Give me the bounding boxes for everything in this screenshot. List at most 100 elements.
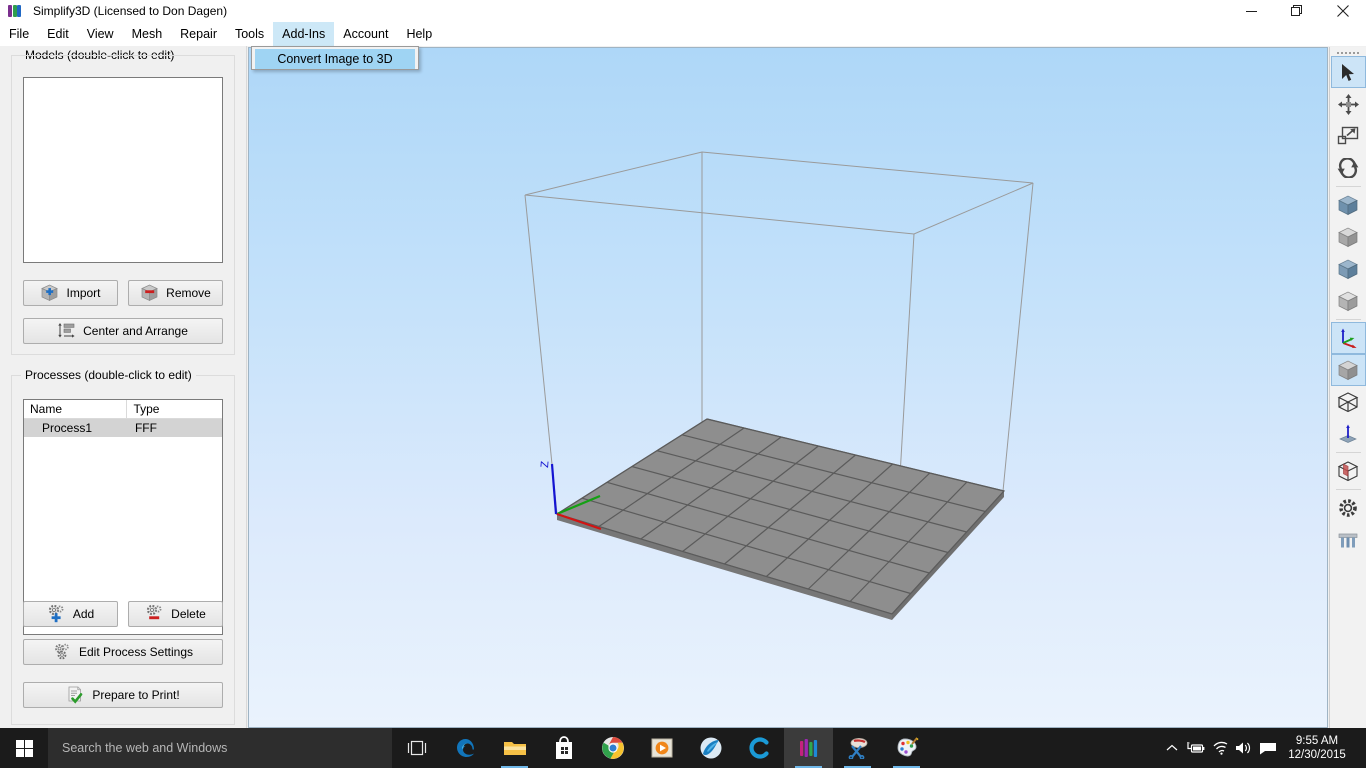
file-explorer-button[interactable] bbox=[490, 728, 539, 768]
center-and-arrange-label: Center and Arrange bbox=[83, 324, 188, 338]
cube-minus-icon bbox=[140, 284, 159, 302]
windows-start-icon[interactable] bbox=[0, 728, 48, 768]
restore-button[interactable] bbox=[1274, 0, 1320, 22]
view-side-tool[interactable] bbox=[1331, 285, 1366, 317]
solid-view-tool[interactable] bbox=[1330, 354, 1366, 386]
close-button[interactable] bbox=[1320, 0, 1366, 22]
center-and-arrange-button[interactable]: Center and Arrange bbox=[23, 318, 223, 344]
show-axes-tool[interactable] bbox=[1330, 322, 1366, 354]
cursor-arrow-icon bbox=[1341, 63, 1354, 81]
models-list[interactable] bbox=[23, 77, 223, 263]
menu-item-convert-image-to-3d[interactable]: Convert Image to 3D bbox=[255, 49, 415, 69]
zoom-region-tool[interactable] bbox=[1331, 120, 1366, 152]
menu-help[interactable]: Help bbox=[397, 22, 441, 46]
chevron-up-icon[interactable] bbox=[1160, 744, 1184, 752]
cube-blue-alt-icon bbox=[1338, 259, 1358, 279]
folder-icon bbox=[503, 742, 526, 755]
menu-view[interactable]: View bbox=[78, 22, 123, 46]
search-placeholder: Search the web and Windows bbox=[62, 741, 228, 755]
gear-icon bbox=[1339, 499, 1357, 517]
snipping-tool-button[interactable] bbox=[833, 728, 882, 768]
rotate-icon bbox=[1337, 158, 1359, 178]
processes-table-container[interactable]: Name Type Process1 FFF bbox=[23, 399, 223, 635]
view-front-tool[interactable] bbox=[1331, 221, 1366, 253]
menu-account[interactable]: Account bbox=[334, 22, 397, 46]
supports-tool[interactable] bbox=[1331, 524, 1366, 556]
settings-tool[interactable] bbox=[1331, 492, 1366, 524]
import-button-label: Import bbox=[66, 286, 101, 300]
delete-process-label: Delete bbox=[171, 607, 206, 621]
left-panel: Models (double-click to edit) Import Rem… bbox=[0, 46, 247, 728]
media-player-button[interactable] bbox=[637, 728, 686, 768]
supports-icon bbox=[1338, 533, 1358, 548]
prepare-to-print-button[interactable]: Prepare to Print! bbox=[23, 682, 223, 708]
prepare-to-print-label: Prepare to Print! bbox=[92, 688, 180, 702]
toolbar-separator-4 bbox=[1335, 489, 1361, 490]
column-header-type[interactable]: Type bbox=[126, 400, 222, 419]
z-axis-label: Z bbox=[539, 460, 551, 468]
chrome-icon bbox=[601, 737, 624, 759]
edit-process-settings-button[interactable]: Edit Process Settings bbox=[23, 639, 223, 665]
solid-cube-icon bbox=[1338, 360, 1358, 380]
add-ins-dropdown: Convert Image to 3D bbox=[251, 46, 419, 70]
chrome-button[interactable] bbox=[588, 728, 637, 768]
zoom-region-icon bbox=[1337, 126, 1359, 145]
drag-grip-icon[interactable] bbox=[1330, 47, 1366, 56]
select-tool[interactable] bbox=[1330, 56, 1366, 88]
edge-browser-icon bbox=[456, 739, 474, 757]
menu-repair[interactable]: Repair bbox=[171, 22, 226, 46]
wireframe-view-tool[interactable] bbox=[1331, 386, 1366, 418]
maxthon-button[interactable] bbox=[686, 728, 735, 768]
menu-bar: File Edit View Mesh Repair Tools Add-Ins… bbox=[0, 22, 1366, 46]
battery-plug-icon[interactable] bbox=[1184, 741, 1208, 755]
cube-blue-icon bbox=[1338, 195, 1358, 215]
store-button[interactable] bbox=[539, 728, 588, 768]
processes-table: Name Type Process1 FFF bbox=[24, 400, 222, 437]
clock[interactable]: 9:55 AM 12/30/2015 bbox=[1280, 734, 1354, 762]
menu-add-ins[interactable]: Add-Ins bbox=[273, 22, 335, 46]
speaker-icon[interactable] bbox=[1232, 741, 1256, 755]
clock-time: 9:55 AM bbox=[1295, 735, 1339, 747]
table-header-row: Name Type bbox=[24, 400, 222, 419]
menu-mesh[interactable]: Mesh bbox=[123, 22, 172, 46]
remove-button-label: Remove bbox=[166, 286, 211, 300]
simplify3d-button[interactable] bbox=[784, 728, 833, 768]
add-process-button[interactable]: Add bbox=[23, 601, 118, 627]
system-tray: 9:55 AM 12/30/2015 bbox=[1160, 728, 1366, 768]
edit-process-settings-label: Edit Process Settings bbox=[78, 645, 194, 659]
process-type-cell: FFF bbox=[126, 418, 222, 437]
edge-button[interactable] bbox=[441, 728, 490, 768]
wifi-icon[interactable] bbox=[1208, 741, 1232, 755]
minimize-button[interactable] bbox=[1228, 0, 1274, 22]
view-top-blue-tool[interactable] bbox=[1331, 253, 1366, 285]
ccleaner-button[interactable] bbox=[735, 728, 784, 768]
taskbar: Search the web and Windows 9:55 AM 12/30… bbox=[0, 728, 1366, 768]
table-row[interactable]: Process1 FFF bbox=[24, 418, 222, 437]
speech-bubble-icon[interactable] bbox=[1256, 741, 1280, 756]
import-button[interactable]: Import bbox=[23, 280, 118, 306]
menu-file[interactable]: File bbox=[0, 22, 38, 46]
menu-tools[interactable]: Tools bbox=[226, 22, 273, 46]
scissors-icon bbox=[848, 738, 867, 759]
search-input[interactable]: Search the web and Windows bbox=[48, 728, 392, 768]
window-title: Simplify3D (Licensed to Don Dagen) bbox=[33, 4, 228, 18]
pan-tool[interactable] bbox=[1331, 88, 1366, 120]
column-header-name[interactable]: Name bbox=[24, 400, 128, 419]
3d-viewport[interactable]: Z bbox=[248, 47, 1328, 728]
delete-process-button[interactable]: Delete bbox=[128, 601, 223, 627]
gears-icon bbox=[53, 643, 72, 661]
normals-view-tool[interactable] bbox=[1331, 418, 1366, 450]
show-desktop-button[interactable] bbox=[1354, 728, 1362, 768]
move-arrows-icon bbox=[1337, 93, 1359, 115]
view-iso-blue-tool[interactable] bbox=[1331, 189, 1366, 221]
simplify3d-logo-icon bbox=[7, 3, 23, 19]
cross-section-tool[interactable] bbox=[1331, 455, 1366, 487]
menu-edit[interactable]: Edit bbox=[38, 22, 78, 46]
remove-button[interactable]: Remove bbox=[128, 280, 223, 306]
toolbar-separator-3 bbox=[1335, 452, 1361, 453]
paint-button[interactable] bbox=[882, 728, 931, 768]
window-controls bbox=[1228, 0, 1366, 22]
task-view-button[interactable] bbox=[392, 728, 441, 768]
rotate-tool[interactable] bbox=[1331, 152, 1366, 184]
document-check-icon bbox=[66, 686, 85, 704]
